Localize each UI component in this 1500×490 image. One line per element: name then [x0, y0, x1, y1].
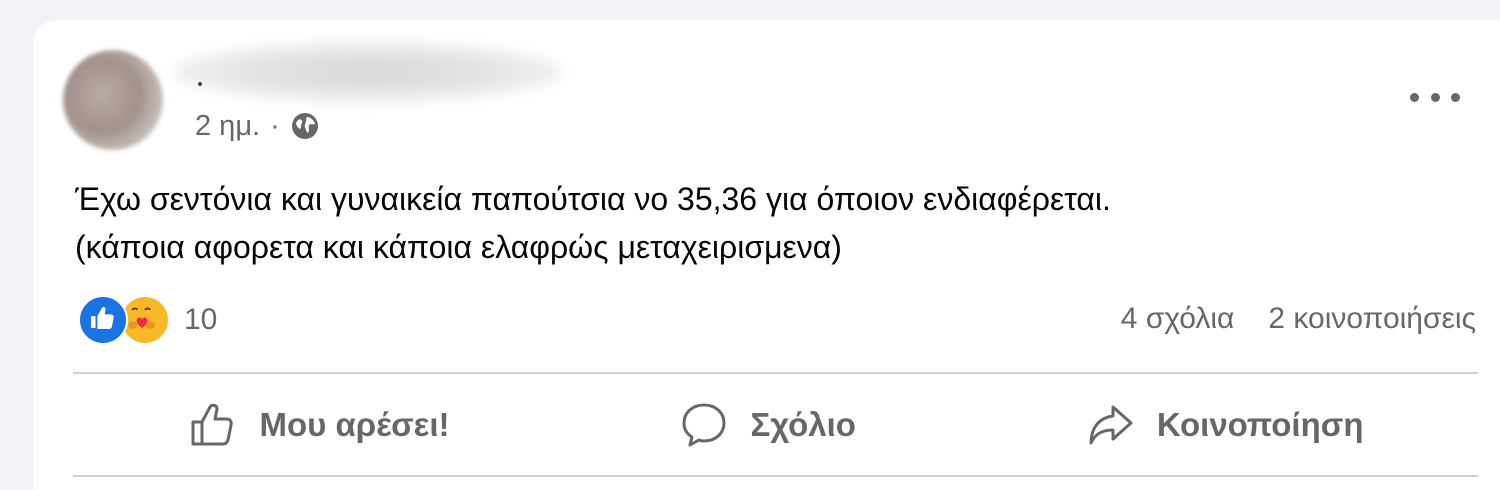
post-meta: 2 ημ. ·	[195, 108, 320, 144]
like-button[interactable]: Μου αρέσει!	[167, 390, 469, 460]
comment-count-link[interactable]: 4 σχόλια	[1121, 302, 1235, 336]
share-count-link[interactable]: 2 κοινοποιήσεις	[1268, 302, 1476, 336]
thumbs-up-icon	[191, 403, 234, 446]
globe-icon[interactable]	[290, 111, 320, 141]
reactions-summary[interactable]: 10	[78, 295, 218, 345]
post-card: 2 ημ. · Έχω σεντόνια και γυναικεία παπού…	[33, 20, 1500, 490]
post-stats: 4 σχόλια 2 κοινοποιήσεις	[1121, 302, 1476, 336]
divider-bottom	[73, 475, 1478, 477]
author-name-fragment	[198, 82, 202, 86]
comment-button-label: Σχόλιο	[750, 406, 856, 443]
comment-bubble-icon	[682, 403, 726, 447]
post-actions: Μου αρέσει! Σχόλιο Κοινοποίηση	[73, 380, 1478, 470]
share-arrow-icon	[1089, 405, 1133, 445]
author-avatar[interactable]	[63, 50, 163, 150]
divider-top	[73, 372, 1478, 374]
share-button-label: Κοινοποίηση	[1156, 406, 1364, 443]
author-name-redacted[interactable]	[173, 42, 563, 102]
post-body: Έχω σεντόνια και γυναικεία παπούτσια νο …	[75, 175, 1475, 271]
post-timestamp[interactable]: 2 ημ.	[195, 110, 260, 143]
share-button[interactable]: Κοινοποίηση	[1065, 390, 1384, 460]
meta-separator: ·	[270, 109, 280, 142]
post-text-line-2: (κάποια αφορετα και κάποια ελαφρώς μεταχ…	[75, 229, 842, 265]
like-button-label: Μου αρέσει!	[259, 406, 450, 443]
comment-button[interactable]: Σχόλιο	[658, 390, 875, 460]
reaction-count: 10	[184, 303, 218, 336]
more-options-icon[interactable]	[1410, 82, 1460, 112]
post-text-line-1: Έχω σεντόνια και γυναικεία παπούτσια νο …	[75, 181, 1111, 217]
like-reaction-icon	[78, 295, 128, 345]
